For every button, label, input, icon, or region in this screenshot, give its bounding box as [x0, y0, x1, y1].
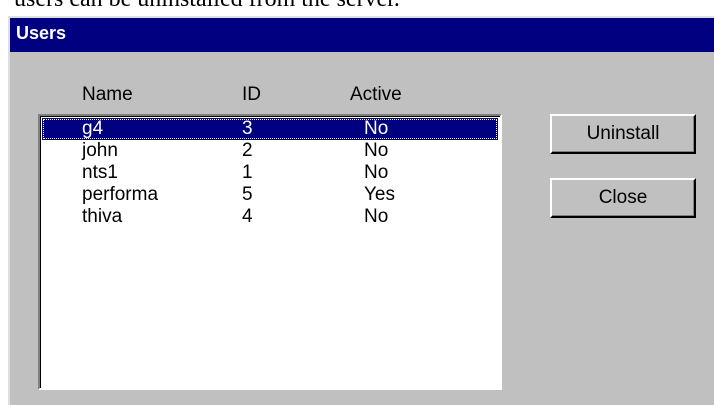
list-item[interactable]: g4 3 No [42, 118, 498, 140]
users-dialog: Users Name ID Active g4 3 No john 2 No n… [8, 16, 714, 405]
list-item[interactable]: nts1 1 No [42, 162, 498, 184]
window-title: Users [16, 23, 67, 43]
user-name: g4 [82, 118, 104, 139]
list-item[interactable]: thiva 4 No [42, 206, 498, 228]
list-item[interactable]: john 2 No [42, 140, 498, 162]
user-active: No [364, 206, 389, 227]
user-id: 5 [242, 184, 253, 205]
column-header-id: ID [242, 84, 261, 105]
column-header-active: Active [350, 84, 402, 105]
user-name: performa [82, 184, 159, 205]
close-button[interactable]: Close [550, 178, 696, 218]
user-active: No [364, 162, 389, 183]
list-item[interactable]: performa 5 Yes [42, 184, 498, 206]
title-bar: Users [10, 18, 714, 52]
user-active: No [364, 140, 389, 161]
user-id: 3 [242, 118, 253, 139]
document-text: users can be uninstalled from the server… [14, 0, 400, 13]
user-active: No [364, 118, 389, 139]
user-id: 1 [242, 162, 253, 183]
user-active: Yes [364, 184, 395, 205]
user-id: 2 [242, 140, 253, 161]
column-header-name: Name [82, 84, 133, 105]
user-id: 4 [242, 206, 253, 227]
users-listbox[interactable]: g4 3 No john 2 No nts1 1 No performa 5 Y… [38, 114, 502, 390]
uninstall-button[interactable]: Uninstall [550, 114, 696, 154]
user-name: nts1 [82, 162, 118, 183]
user-name: thiva [82, 206, 123, 227]
user-name: john [82, 140, 118, 161]
